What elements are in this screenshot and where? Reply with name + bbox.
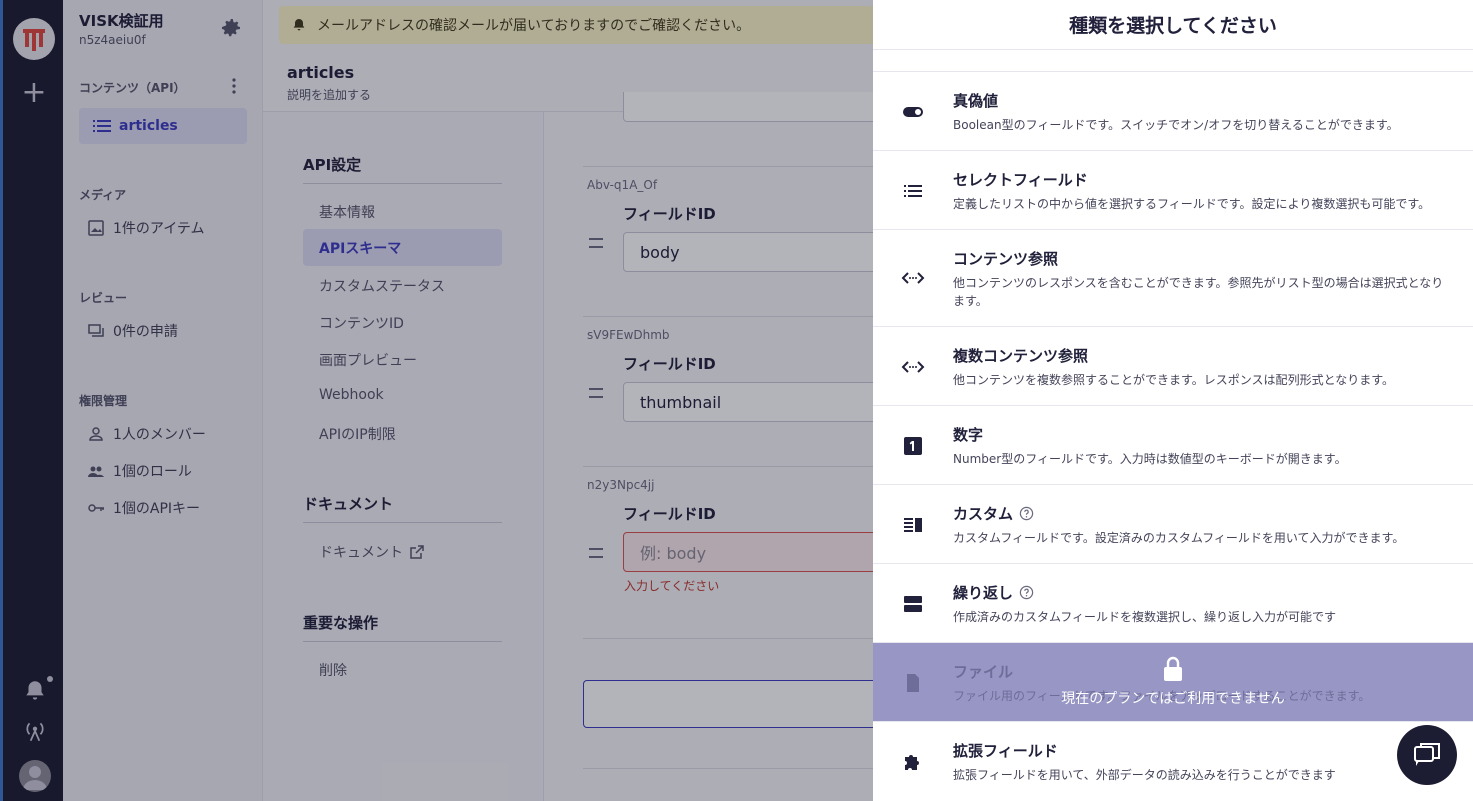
option-name: セレクトフィールド [953,171,1088,189]
drawer-title: 種類を選択してください [873,0,1473,50]
help-icon[interactable] [1019,506,1034,521]
option-description: Boolean型のフィールドです。スイッチでオン/オフを切り替えることができます… [953,118,1399,132]
multi-reference-icon [901,361,925,373]
field-type-option-clipped [873,50,1473,72]
lock-icon [1164,656,1182,681]
repeat-icon [904,596,922,612]
option-description: カスタムフィールドです。設定済みのカスタムフィールドを用いて入力ができます。 [953,531,1405,545]
list-icon [904,185,922,197]
plan-lock-message: 現在のプランではご利用できません [1061,691,1285,707]
option-name: 拡張フィールド [953,742,1058,760]
field-type-option-repeat[interactable]: 繰り返し 作成済みのカスタムフィールドを複数選択し、繰り返し入力が可能です [873,564,1473,643]
custom-icon [904,518,922,532]
puzzle-icon [905,755,919,770]
field-type-option-boolean[interactable]: 真偽値 Boolean型のフィールドです。スイッチでオン/オフを切り替えることが… [873,72,1473,151]
reference-icon [901,272,925,284]
field-type-option-reference[interactable]: コンテンツ参照 他コンテンツのレスポンスを含むことができます。参照先がリスト型の… [873,230,1473,327]
field-type-option-extension[interactable]: 拡張フィールド 拡張フィールドを用いて、外部データの読み込みを行うことができます [873,722,1473,801]
option-description: 拡張フィールドを用いて、外部データの読み込みを行うことができます [953,768,1336,782]
option-description: 作成済みのカスタムフィールドを複数選択し、繰り返し入力が可能です [953,610,1337,624]
help-icon[interactable] [1019,585,1034,600]
option-name: 繰り返し [953,584,1014,602]
field-type-option-multi-reference[interactable]: 複数コンテンツ参照 他コンテンツを複数参照することができます。レスポンスは配列形… [873,327,1473,406]
field-type-drawer: 種類を選択してください 真偽値 Boolean型のフィールドです。スイッチでオン… [873,0,1473,801]
field-type-option-file-locked: ファイル ファイル用のフィールドです。ファイルをアップロードすることができます。… [873,643,1473,722]
option-description: Number型のフィールドです。入力時は数値型のキーボードが開きます。 [953,452,1347,466]
field-type-option-select[interactable]: セレクトフィールド 定義したリストの中から値を選択するフィールドです。設定により… [873,151,1473,230]
toggle-icon [903,107,923,117]
number-icon [904,437,922,455]
plan-lock-overlay: 現在のプランではご利用できません [873,643,1473,721]
option-name-row: 繰り返し [953,582,1034,603]
option-description: 定義したリストの中から値を選択するフィールドです。設定により複数選択も可能です。 [953,197,1431,211]
option-name-row: カスタム [953,503,1034,524]
option-name: 複数コンテンツ参照 [953,347,1089,365]
option-name: 数字 [953,426,984,444]
chat-icon [1414,743,1440,766]
option-name: 真偽値 [953,92,999,110]
option-name: カスタム [953,505,1014,523]
field-type-option-custom[interactable]: カスタム カスタムフィールドです。設定済みのカスタムフィールドを用いて入力ができ… [873,485,1473,564]
field-type-option-number[interactable]: 数字 Number型のフィールドです。入力時は数値型のキーボードが開きます。 [873,406,1473,485]
option-description: 他コンテンツを複数参照することができます。レスポンスは配列形式となります。 [953,373,1395,387]
option-name: コンテンツ参照 [953,250,1059,268]
chat-support-button[interactable] [1397,725,1457,785]
option-description: 他コンテンツのレスポンスを含むことができます。参照先がリスト型の場合は選択式とな… [953,276,1444,308]
